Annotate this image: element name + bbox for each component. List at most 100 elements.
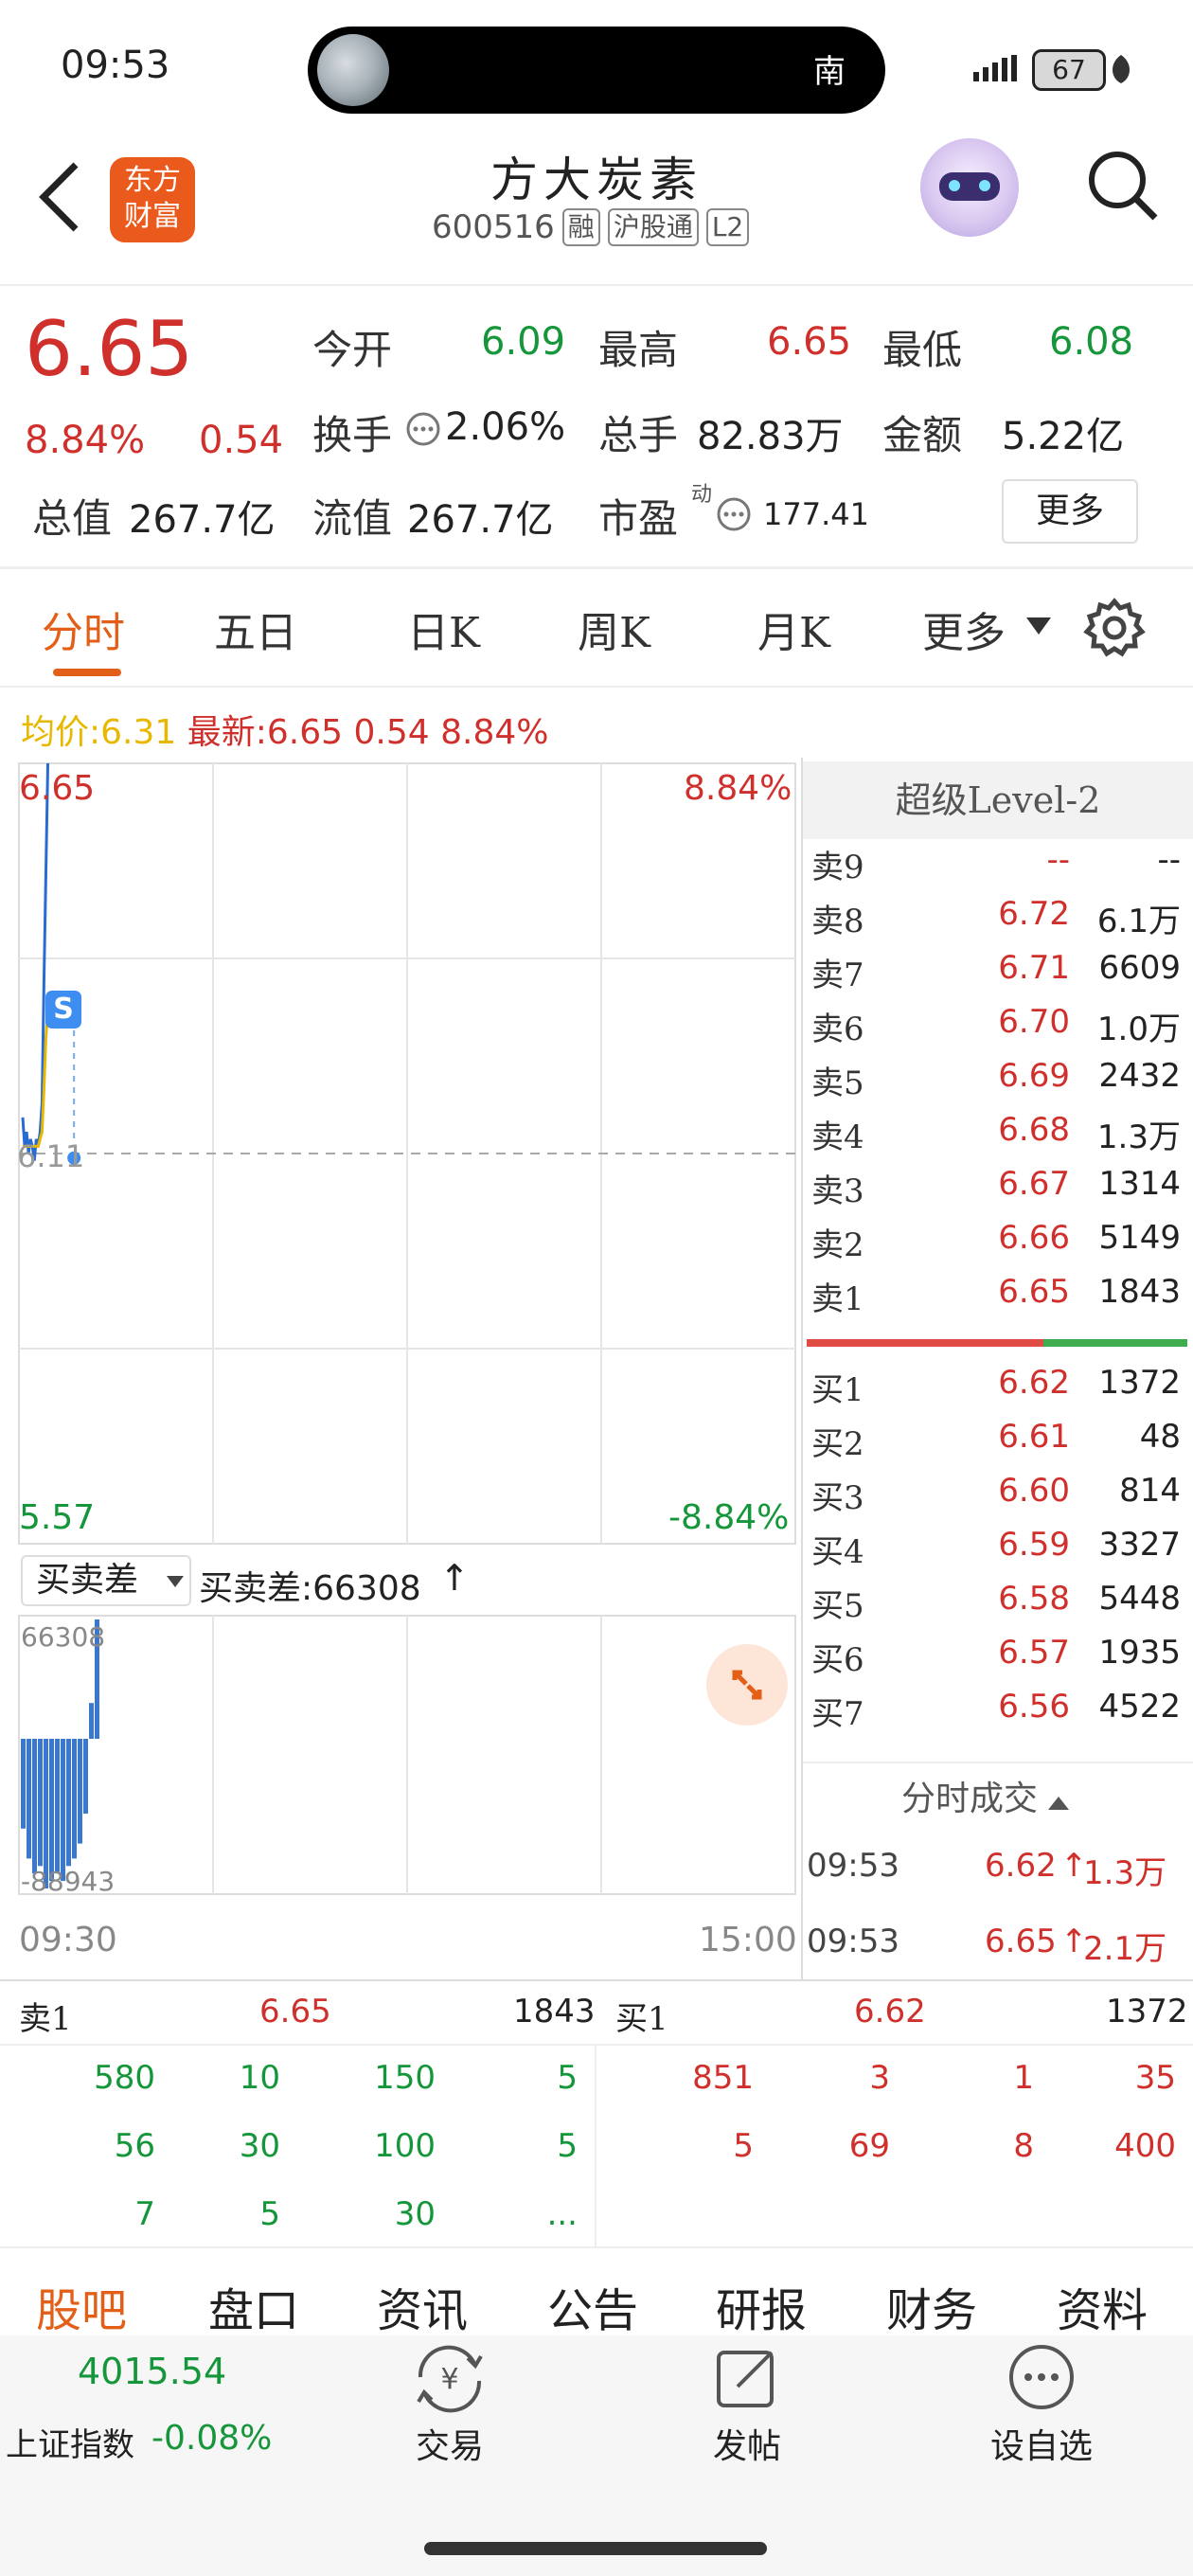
level2-title[interactable]: 超级Level-2 — [803, 761, 1193, 839]
ask-price: 6.65 — [998, 1273, 1070, 1311]
more-dots-icon — [1009, 2345, 1074, 2409]
float-value: 267.7亿 — [407, 498, 554, 542]
more-button[interactable]: 更多 — [1002, 479, 1138, 544]
bid-volume: 814 — [1119, 1472, 1181, 1510]
queue-sell-cell: 5 — [557, 2127, 578, 2165]
info-icon[interactable] — [405, 411, 441, 451]
trade-button[interactable]: ¥ 交易 — [398, 2339, 502, 2481]
tab-weekly-k[interactable]: 周K — [578, 599, 650, 659]
tab-announcements[interactable]: 公告 — [547, 2273, 638, 2339]
index-widget[interactable]: 4015.54 上证指数 -0.08% — [0, 2339, 284, 2481]
queue-sell-cell: 5 — [557, 2059, 578, 2097]
trade-label: 交易 — [415, 2427, 484, 2466]
queue-sell-cell: 150 — [374, 2059, 436, 2097]
ask-volume: 6.1万 — [1096, 903, 1181, 940]
stock-code: 600516 — [432, 208, 555, 246]
bid-price: 6.62 — [998, 1364, 1070, 1402]
bid-row[interactable]: 买3 6.60 814 — [810, 1472, 1188, 1526]
ask-volume: 1314 — [1098, 1165, 1181, 1203]
expand-icon[interactable] — [706, 1644, 788, 1726]
panel-divider — [801, 758, 803, 1979]
queue-buy-cell: 851 — [692, 2059, 754, 2097]
search-icon[interactable] — [1085, 148, 1161, 227]
tab-research[interactable]: 研报 — [716, 2273, 807, 2339]
queue-sell-total: 1843 — [513, 1993, 596, 2030]
divider — [0, 284, 1193, 286]
dynamic-island[interactable]: 南 — [308, 27, 885, 114]
queue-buy-cell: 5 — [733, 2127, 754, 2165]
tab-more-caret-icon[interactable] — [1026, 617, 1051, 640]
tab-monthly-k[interactable]: 月K — [757, 599, 830, 659]
change-amount: 0.54 — [199, 419, 284, 462]
pe-info-icon[interactable] — [716, 496, 752, 536]
tab-daily-k[interactable]: 日K — [407, 599, 480, 659]
ask-label: 卖6 — [811, 1011, 864, 1048]
robot-assistant-icon[interactable] — [920, 138, 1019, 237]
tab-profile[interactable]: 资料 — [1057, 2273, 1148, 2339]
bid-row[interactable]: 买7 6.56 4522 — [810, 1688, 1188, 1742]
bid-row[interactable]: 买4 6.59 3327 — [810, 1526, 1188, 1580]
ask-row[interactable]: 卖9 -- -- — [810, 841, 1188, 895]
ratio-bar-buy — [1043, 1339, 1187, 1347]
post-button[interactable]: 发帖 — [695, 2339, 799, 2481]
bid-price: 6.58 — [998, 1580, 1070, 1618]
bid-volume: 4522 — [1098, 1688, 1181, 1726]
tab-more[interactable]: 更多 — [922, 599, 1006, 659]
ask-volume: 1843 — [1098, 1273, 1181, 1311]
queue-buy-cell: 35 — [1134, 2059, 1176, 2097]
bid-row[interactable]: 买6 6.57 1935 — [810, 1634, 1188, 1688]
ask-row[interactable]: 卖4 6.68 1.3万 — [810, 1111, 1188, 1165]
bid-label: 买4 — [811, 1533, 864, 1571]
ask-price: 6.70 — [998, 1003, 1070, 1041]
tab-orderbook[interactable]: 盘口 — [208, 2273, 299, 2339]
ask-row[interactable]: 卖8 6.72 6.1万 — [810, 895, 1188, 949]
ask-row[interactable]: 卖5 6.69 2432 — [810, 1057, 1188, 1111]
edit-icon — [717, 2351, 774, 2407]
avg-label: 均价: — [21, 713, 101, 752]
queue-sell-cell: 10 — [239, 2059, 280, 2097]
ask-row[interactable]: 卖2 6.66 5149 — [810, 1219, 1188, 1273]
indicator-label: 买卖差:66308 — [199, 1569, 421, 1608]
y-tick-mid: 6.11 — [17, 1138, 85, 1174]
tab-financials[interactable]: 财务 — [886, 2273, 977, 2339]
post-label: 发帖 — [712, 2427, 781, 2466]
diff-bar — [61, 1739, 65, 1882]
watchlist-button[interactable]: 设自选 — [975, 2339, 1108, 2481]
tag-level: L2 — [705, 208, 750, 246]
tab-intraday[interactable]: 分时 — [42, 599, 125, 659]
bid-label: 买5 — [811, 1587, 864, 1625]
tab-five-day[interactable]: 五日 — [214, 599, 297, 659]
tick-price: 6.65 — [985, 1923, 1057, 1960]
ask-row[interactable]: 卖7 6.71 6609 — [810, 949, 1188, 1003]
last-price: 6.65 — [25, 305, 194, 393]
bid-price: 6.59 — [998, 1526, 1070, 1564]
divider — [0, 2246, 1193, 2248]
tab-forum[interactable]: 股吧 — [36, 2273, 127, 2339]
ask-label: 卖5 — [811, 1064, 864, 1102]
tab-news[interactable]: 资讯 — [377, 2273, 468, 2339]
bid-row[interactable]: 买2 6.61 48 — [810, 1418, 1188, 1472]
ask-row[interactable]: 卖3 6.67 1314 — [810, 1165, 1188, 1219]
status-time: 09:53 — [61, 44, 170, 87]
diff-bar — [78, 1739, 82, 1844]
bid-volume: 1372 — [1098, 1364, 1181, 1402]
divider — [0, 566, 1193, 569]
bid-row[interactable]: 买1 6.62 1372 — [810, 1364, 1188, 1418]
gear-icon[interactable] — [1083, 597, 1146, 663]
signal-marker[interactable]: S — [45, 991, 81, 1029]
high-label: 最高 — [598, 327, 679, 373]
ask-row[interactable]: 卖6 6.70 1.0万 — [810, 1003, 1188, 1057]
intraday-chart[interactable] — [0, 758, 800, 1979]
diff-bar — [55, 1739, 60, 1874]
ask-label: 卖3 — [811, 1172, 864, 1210]
ask-row[interactable]: 卖1 6.65 1843 — [810, 1273, 1188, 1327]
bid-row[interactable]: 买5 6.58 5448 — [810, 1580, 1188, 1634]
diff-bar — [21, 1739, 26, 1829]
ticks-title[interactable]: 分时成交 — [901, 1771, 1070, 1820]
tag-connect: 沪股通 — [607, 208, 699, 246]
ask-label: 卖8 — [811, 903, 864, 940]
indicator-select[interactable]: 买卖差 — [21, 1555, 191, 1606]
battery-level: 67 — [1052, 54, 1086, 85]
ask-price: 6.69 — [998, 1057, 1070, 1095]
sub-top-label: 66308 — [21, 1621, 106, 1653]
